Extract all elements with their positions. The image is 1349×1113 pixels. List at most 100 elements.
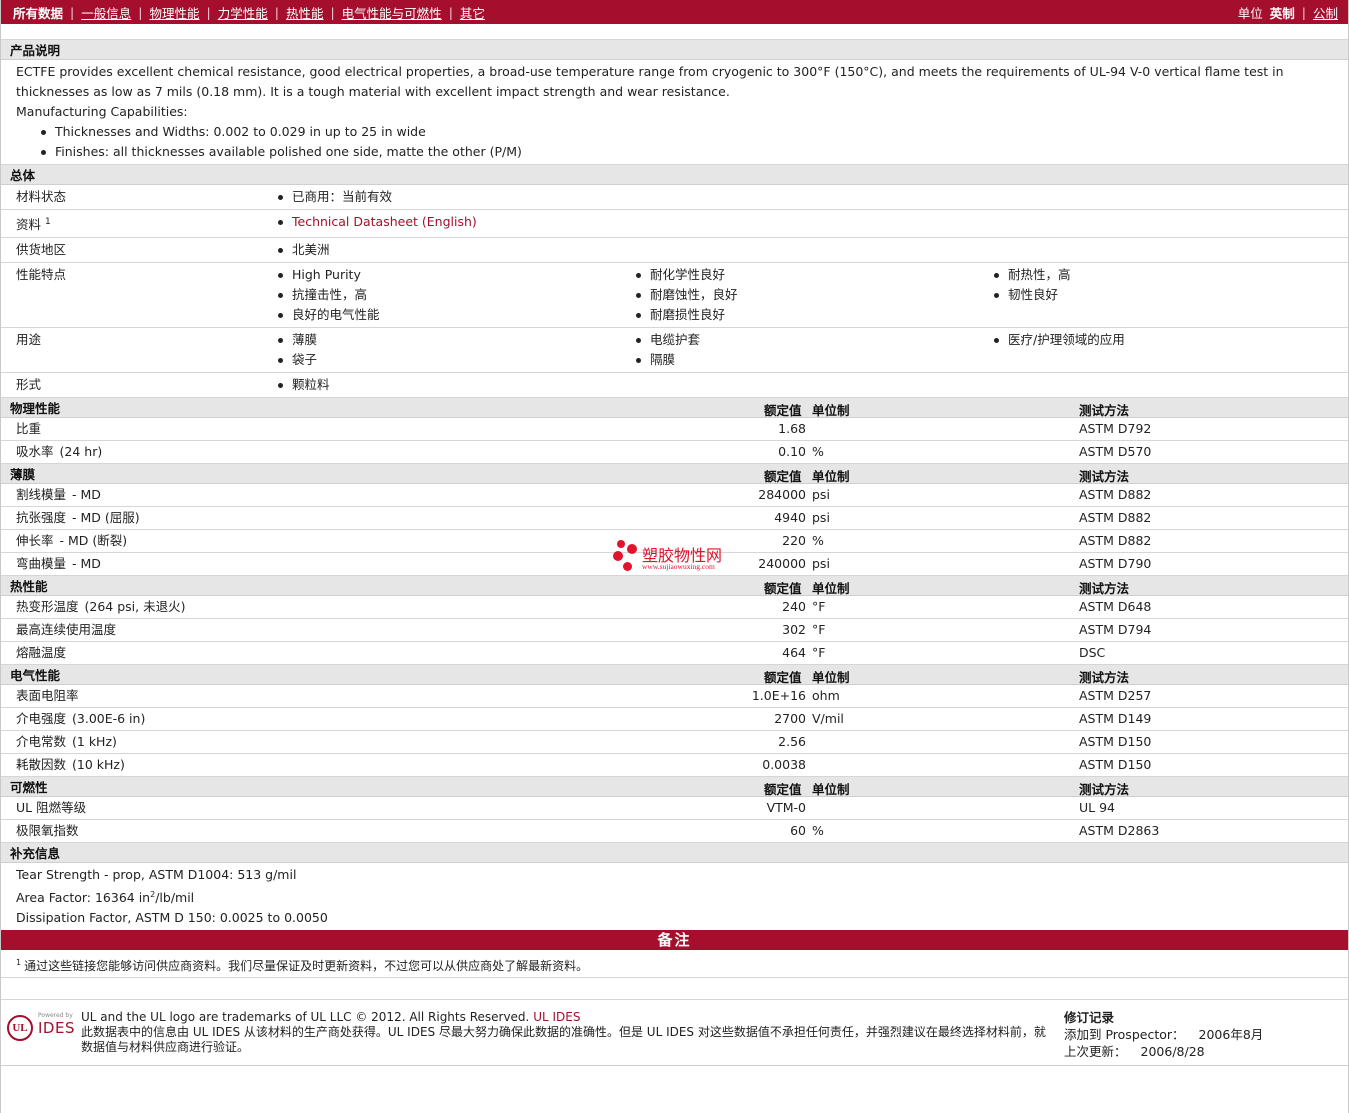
list-item: Finishes: all thicknesses available poli…	[41, 142, 1333, 162]
nav-all-data[interactable]: 所有数据	[13, 3, 63, 22]
unit-value: psi	[812, 510, 830, 525]
general-row-value: 耐化学性良好	[635, 265, 993, 285]
column-header-nominal: 额定值	[764, 403, 802, 418]
table-row: 耗散因数 (10 kHz) 0.0038 ASTM D150	[1, 754, 1348, 777]
description-paragraph: ECTFE provides excellent chemical resist…	[16, 64, 1284, 99]
nav-tab-physical[interactable]: 物理性能	[149, 3, 199, 22]
nominal-value: 1.68	[778, 421, 806, 436]
nominal-value: 240000	[758, 556, 806, 571]
supplemental-line: Tear Strength - prop, ASTM D1004: 513 g/…	[16, 867, 297, 882]
unit-label: 单位	[1237, 5, 1263, 21]
nominal-value: VTM-0	[766, 800, 806, 815]
unit-value: %	[812, 444, 824, 459]
table-row: 吸水率 (24 hr) 0.10% ASTM D570	[1, 441, 1348, 464]
product-description: ECTFE provides excellent chemical resist…	[1, 60, 1348, 165]
property-name: 表面电阻率	[16, 688, 79, 703]
revision-title: 修订记录	[1064, 1010, 1115, 1025]
property-condition: - MD	[72, 487, 101, 502]
nav-tab-thermal[interactable]: 热性能	[286, 3, 324, 22]
nominal-value: 0.10	[778, 444, 806, 459]
column-header-method: 测试方法	[1079, 469, 1130, 484]
unit-value: °F	[812, 645, 826, 660]
property-name: 割线模量 - MD	[16, 487, 101, 502]
table-row: 割线模量 - MD 284000 psi ASTM D882	[1, 484, 1348, 507]
general-row-value: High Purity	[277, 265, 635, 285]
general-row-value: 良好的电气性能	[277, 305, 635, 325]
property-condition: (264 psi, 未退火)	[84, 599, 186, 614]
nav-tab-other[interactable]: 其它	[460, 3, 485, 22]
table-row: UL 阻燃等级 VTM-0 UL 94	[1, 797, 1348, 820]
nominal-value: 240	[782, 599, 806, 614]
general-row: 材料状态 已商用：当前有效	[1, 185, 1348, 210]
property-name: 耗散因数 (10 kHz)	[16, 757, 125, 772]
column-header-nominal: 额定值	[764, 581, 802, 596]
section-header: 薄膜 额定值 单位制 测试方法	[1, 464, 1348, 484]
table-row: 弯曲模量 - MD 240000 psi ASTM D790	[1, 553, 1348, 576]
datasheet-page: 所有数据 | 一般信息 | 物理性能 | 力学性能 | 热性能 | 电气性能与可…	[0, 0, 1349, 1113]
general-row: 形式 颗粒料	[1, 373, 1348, 398]
table-row: 伸长率 - MD (断裂) 220% ASTM D882	[1, 530, 1348, 553]
nominal-value: 0.0038	[762, 757, 806, 772]
column-header-method: 测试方法	[1079, 581, 1130, 596]
section-header-product-description: 产品说明	[1, 40, 1348, 60]
general-info-table: 材料状态 已商用：当前有效 资料 1 Technical Datasheet (Eng…	[1, 185, 1348, 398]
revision-updated: 上次更新： 2006/8/28	[1064, 1044, 1205, 1059]
table-row: 热变形温度 (264 psi, 未退火) 240 °F ASTM D648	[1, 596, 1348, 619]
property-tables: 物理性能 额定值 单位制 测试方法 比重 1.68 ASTM D792 吸水率 (24 hr) 0…	[1, 398, 1348, 843]
nominal-value: 4940	[774, 510, 806, 525]
general-row-value: 韧性良好	[993, 285, 1349, 305]
property-name: 热变形温度 (264 psi, 未退火)	[16, 599, 186, 614]
test-method: ASTM D2863	[1079, 823, 1160, 838]
footer: UL Powered by IDES UL and the UL logo ar…	[1, 1000, 1348, 1066]
general-row-label: 性能特点	[16, 267, 67, 282]
table-row: 极限氧指数 60% ASTM D2863	[1, 820, 1348, 843]
nav-tab-electrical-flammability[interactable]: 电气性能与可燃性	[342, 3, 442, 22]
property-name: 比重	[16, 421, 42, 436]
list-item: Thicknesses and Widths: 0.002 to 0.029 i…	[41, 122, 1333, 142]
property-name: 极限氧指数	[16, 823, 79, 838]
unit-value: psi	[812, 556, 830, 571]
general-row-value: 耐磨损性良好	[635, 305, 993, 325]
section-title: 电气性能	[10, 668, 61, 683]
property-name: 介电常数 (1 kHz)	[16, 734, 117, 749]
test-method: ASTM D882	[1079, 533, 1152, 548]
property-name: 吸水率 (24 hr)	[16, 444, 103, 459]
column-header-unit: 单位制	[812, 782, 850, 797]
general-row-value: 医疗/护理领域的应用	[993, 330, 1349, 350]
general-row-value: 电缆护套	[635, 330, 993, 350]
general-row-label: 形式	[16, 377, 42, 392]
unit-metric[interactable]: 公制	[1313, 3, 1338, 22]
datasheet-link[interactable]: Technical Datasheet (English)	[277, 212, 635, 232]
test-method: ASTM D648	[1079, 599, 1152, 614]
general-row-value: 耐磨蚀性，良好	[635, 285, 993, 305]
ul-ides-link[interactable]: UL IDES	[533, 1010, 580, 1024]
notes-text: 1 通过这些链接您能够访问供应商资料。我们尽量保证及时更新资料，不过您可以从供应商…	[1, 950, 1348, 978]
property-name: 伸长率 - MD (断裂)	[16, 533, 128, 548]
notes-header: 备注	[1, 930, 1348, 950]
general-row: 性能特点 High Purity 抗撞击性，高 良好的电气性能 耐化学性良好 耐磨蚀性，良…	[1, 263, 1348, 328]
general-row: 供货地区 北美洲	[1, 238, 1348, 263]
capabilities-title: Manufacturing Capabilities:	[16, 104, 188, 119]
section-header: 可燃性 额定值 单位制 测试方法	[1, 777, 1348, 797]
property-name: 熔融温度	[16, 645, 67, 660]
unit-value: °F	[812, 599, 826, 614]
section-title: 薄膜	[10, 467, 36, 482]
test-method: ASTM D790	[1079, 556, 1152, 571]
revision-history: 修订记录 添加到 Prospector： 2006年8月 上次更新： 2006/8/…	[1064, 1009, 1263, 1060]
column-header-unit: 单位制	[812, 469, 850, 484]
general-row-value: 颗粒料	[277, 375, 635, 395]
column-header-method: 测试方法	[1079, 782, 1130, 797]
table-row: 比重 1.68 ASTM D792	[1, 418, 1348, 441]
nav-tab-general[interactable]: 一般信息	[81, 3, 131, 22]
nominal-value: 464	[782, 645, 806, 660]
property-condition: - MD (屈服)	[72, 510, 140, 525]
column-header-unit: 单位制	[812, 403, 850, 418]
unit-value: V/mil	[812, 711, 844, 726]
unit-english[interactable]: 英制	[1270, 3, 1295, 22]
ul-logo-icon: UL	[7, 1015, 33, 1041]
property-name: 抗张强度 - MD (屈服)	[16, 510, 140, 525]
unit-value: psi	[812, 487, 830, 502]
section-title: 产品说明	[10, 43, 61, 58]
section-header-supplemental: 补充信息	[1, 843, 1348, 863]
nav-tab-mechanical[interactable]: 力学性能	[218, 3, 268, 22]
